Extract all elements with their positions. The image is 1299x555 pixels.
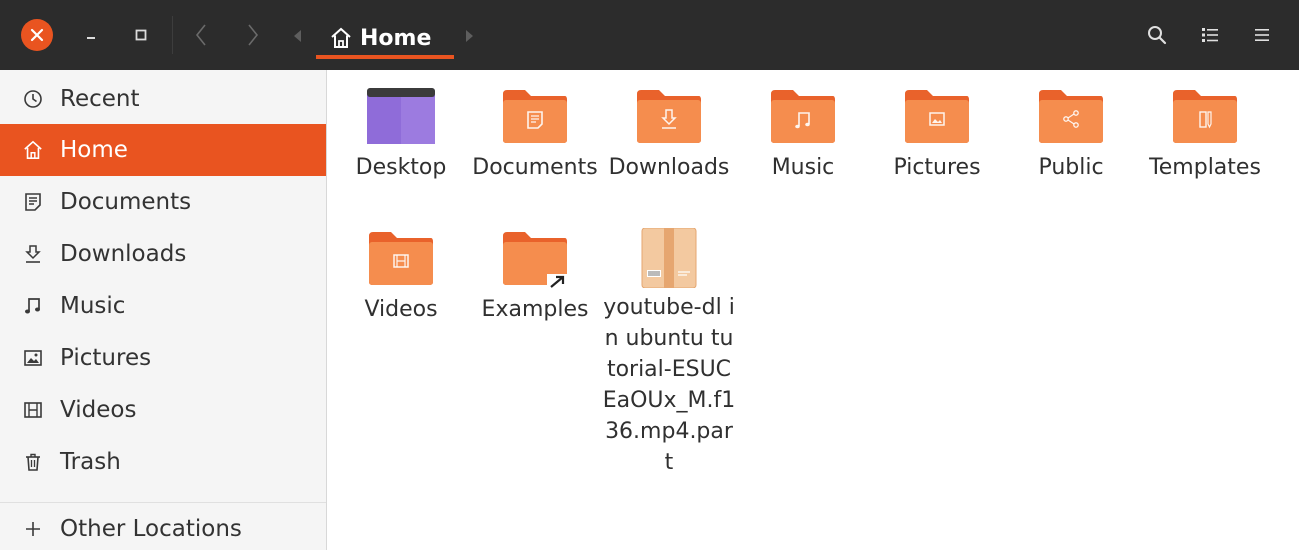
sidebar-item-videos[interactable]: Videos	[0, 384, 326, 436]
sidebar-item-label: Videos	[60, 397, 137, 423]
sidebar-item-label: Trash	[60, 449, 121, 475]
path-scroll-left-button[interactable]	[287, 21, 309, 51]
view-toggle-button[interactable]	[1194, 19, 1226, 51]
minimize-icon	[87, 37, 95, 39]
list-view-icon	[1202, 28, 1218, 42]
picture-icon	[22, 347, 44, 369]
places-sidebar: Recent Home Documents Downloads Music Pi…	[0, 70, 327, 550]
search-icon	[1148, 26, 1167, 45]
forward-button[interactable]	[238, 17, 268, 53]
file-item-examples[interactable]: Examples	[468, 230, 602, 325]
chevron-left-icon	[195, 24, 206, 46]
file-name: Music	[771, 155, 835, 180]
sidebar-item-home[interactable]: Home	[0, 124, 326, 176]
desktop-folder-icon	[367, 88, 435, 144]
close-icon	[30, 28, 44, 42]
file-item-documents[interactable]: Documents	[468, 88, 602, 183]
file-item-music[interactable]: Music	[736, 88, 870, 183]
path-crumb-label: Home	[360, 25, 432, 51]
sidebar-item-documents[interactable]: Documents	[0, 176, 326, 228]
triangle-left-icon	[294, 30, 301, 42]
hamburger-menu-icon	[1255, 29, 1269, 41]
download-icon	[22, 243, 44, 265]
search-button[interactable]	[1141, 19, 1173, 51]
file-name: Pictures	[893, 155, 981, 180]
sidebar-item-label: Downloads	[60, 241, 187, 267]
sidebar-item-music[interactable]: Music	[0, 280, 326, 332]
active-crumb-indicator	[316, 55, 454, 59]
file-item-public[interactable]: Public	[1004, 88, 1138, 183]
file-item-downloads[interactable]: Downloads	[602, 88, 736, 183]
clock-icon	[22, 88, 44, 110]
downloads-folder-icon	[635, 88, 703, 144]
pictures-folder-icon	[903, 88, 971, 144]
package-file-icon	[635, 227, 703, 289]
home-icon	[330, 27, 352, 49]
home-icon	[22, 139, 44, 161]
public-folder-icon	[1037, 88, 1105, 144]
maximize-button[interactable]	[128, 17, 154, 53]
documents-folder-icon	[501, 88, 569, 144]
sidebar-item-other-locations[interactable]: Other Locations	[0, 503, 326, 555]
sidebar-item-recent[interactable]: Recent	[0, 73, 326, 125]
triangle-right-icon	[466, 30, 473, 42]
close-button[interactable]	[21, 19, 53, 51]
file-item-templates[interactable]: Templates	[1138, 88, 1272, 183]
trash-icon	[22, 451, 44, 473]
file-name: Templates	[1149, 155, 1261, 180]
path-scroll-right-button[interactable]	[458, 21, 480, 51]
sidebar-item-label: Pictures	[60, 345, 152, 371]
header-bar-background: Home	[0, 0, 1299, 70]
file-name: youtube-dl in ubuntu tutorial-ESUCEaOUx_…	[602, 295, 736, 475]
templates-folder-icon	[1171, 88, 1239, 144]
sidebar-item-label: Home	[60, 137, 128, 163]
document-icon	[22, 191, 44, 213]
sidebar-item-label: Other Locations	[60, 516, 242, 542]
main-menu-button[interactable]	[1246, 19, 1278, 51]
minimize-button[interactable]	[78, 17, 104, 53]
file-name: Downloads	[608, 155, 730, 180]
videos-folder-icon	[367, 230, 435, 286]
examples-link-folder-icon	[501, 230, 569, 290]
music-note-icon	[22, 295, 44, 317]
back-button[interactable]	[186, 17, 216, 53]
file-item-videos[interactable]: Videos	[334, 230, 468, 325]
film-icon	[22, 399, 44, 421]
file-name: Videos	[364, 297, 438, 322]
file-grid: Desktop Documents Downloads Music Pictur…	[327, 70, 1299, 550]
sidebar-item-pictures[interactable]: Pictures	[0, 332, 326, 384]
file-item-youtube-dl-part[interactable]: youtube-dl in ubuntu tutorial-ESUCEaOUx_…	[602, 227, 736, 478]
file-name: Desktop	[355, 155, 447, 180]
sidebar-item-downloads[interactable]: Downloads	[0, 228, 326, 280]
file-item-pictures[interactable]: Pictures	[870, 88, 1004, 183]
file-name: Examples	[481, 297, 589, 322]
file-name: Public	[1038, 155, 1104, 180]
chevron-right-icon	[248, 24, 259, 46]
sidebar-item-label: Documents	[60, 189, 192, 215]
maximize-icon	[135, 29, 147, 41]
sidebar-item-label: Recent	[60, 86, 140, 112]
sidebar-item-trash[interactable]: Trash	[0, 436, 326, 488]
sidebar-item-label: Music	[60, 293, 126, 319]
file-name: Documents	[472, 155, 598, 180]
path-crumb-home[interactable]: Home	[316, 17, 454, 59]
plus-icon	[22, 518, 44, 540]
header-separator	[172, 16, 173, 54]
music-folder-icon	[769, 88, 837, 144]
file-item-desktop[interactable]: Desktop	[334, 88, 468, 183]
